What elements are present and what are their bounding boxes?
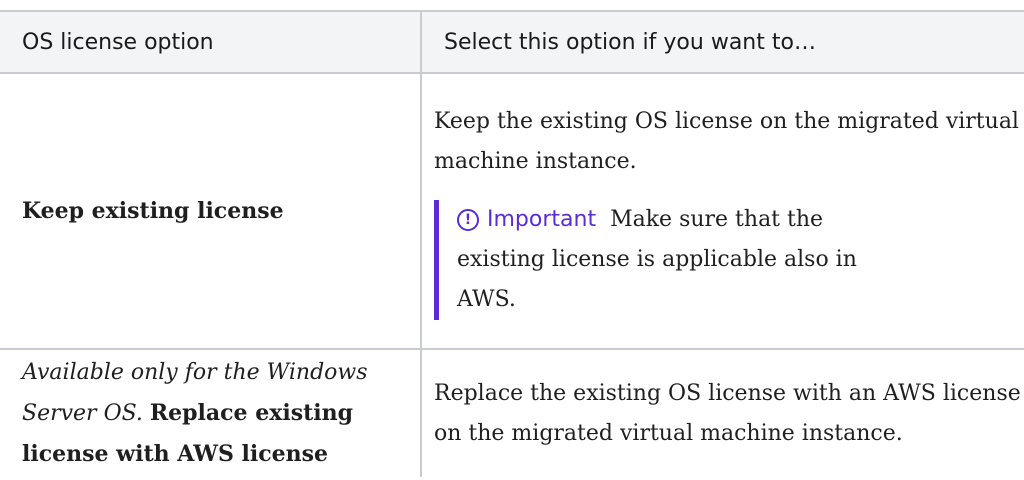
table-header-row: OS license option Select this option if …: [0, 10, 1024, 74]
description-text: Replace the existing OS license with an …: [434, 380, 1021, 446]
option-keep-existing-license: Keep existing license: [22, 197, 284, 224]
description-cell: Keep the existing OS license on the migr…: [421, 73, 1024, 350]
description-text: Keep the existing OS license on the migr…: [434, 109, 1019, 174]
table-row: Available only for the Windows Server OS…: [0, 349, 1024, 477]
option-cell: Available only for the Windows Server OS…: [0, 349, 422, 477]
table-row: Keep existing license Keep the existing …: [0, 73, 1024, 350]
important-callout: ! Important Make sure that the existing l…: [434, 200, 877, 320]
option-cell: Keep existing license: [0, 73, 422, 350]
description-cell: Replace the existing OS license with an …: [421, 349, 1024, 477]
important-label: Important: [487, 207, 597, 232]
header-select-this-option: Select this option if you want to…: [421, 10, 1024, 74]
license-options-page: OS license option Select this option if …: [0, 0, 1024, 480]
license-options-table: OS license option Select this option if …: [0, 10, 1024, 477]
header-os-license-option: OS license option: [0, 10, 422, 74]
exclamation-circle-icon: !: [457, 209, 479, 231]
